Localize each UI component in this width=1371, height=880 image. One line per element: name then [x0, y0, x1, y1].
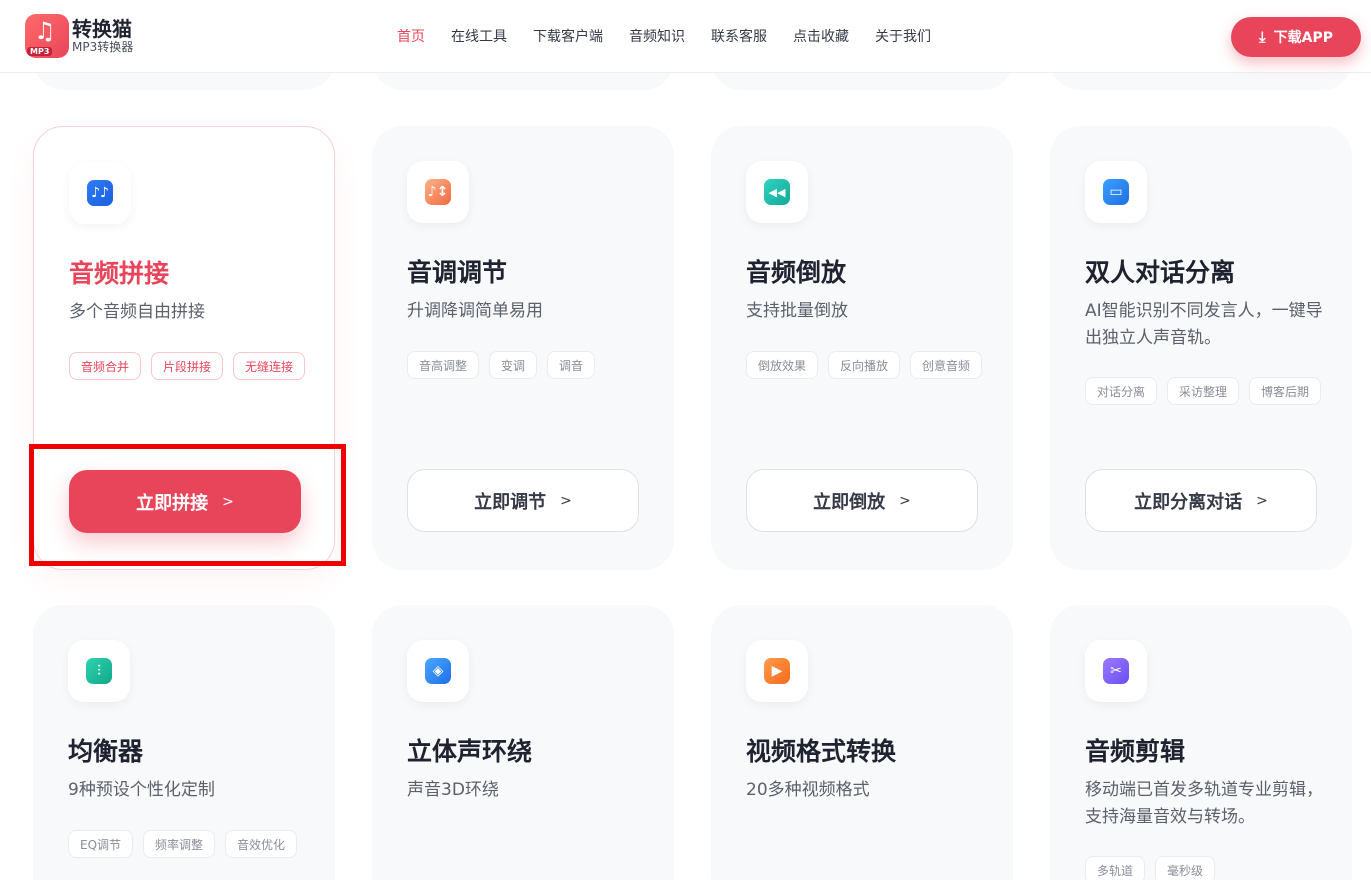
card-description: 20多种视频格式	[746, 780, 870, 800]
tag: 音频合并	[69, 352, 142, 380]
card-description: 9种预设个性化定制	[68, 780, 215, 800]
tool-card-equalizer[interactable]: ⫶ 均衡器 9种预设个性化定制 EQ调节 频率调整 音效优化	[33, 605, 335, 880]
card-tags: 音高调整 变调 调音	[407, 351, 647, 379]
card-tags: EQ调节 频率调整 音效优化	[68, 830, 308, 858]
top-header: ♫ MP3 转换猫 MP3转换器 首页 在线工具 下载客户端 音频知识 联系客服…	[0, 0, 1371, 73]
tag: 倒放效果	[746, 351, 819, 379]
card-tags: 对话分离 采访整理 博客后期	[1085, 377, 1325, 405]
card-description: 多个音频自由拼接	[69, 302, 205, 322]
card-title: 音频拼接	[69, 259, 170, 288]
card-description: 升调降调简单易用	[407, 301, 543, 321]
tag: 音效优化	[225, 830, 298, 858]
start-reverse-button[interactable]: 立即倒放 >	[746, 469, 978, 532]
cube-icon: ◈	[425, 658, 451, 684]
logo-title: 转换猫	[72, 17, 132, 41]
logo-icon: ♫ MP3	[25, 14, 69, 58]
tag: 反向播放	[828, 351, 901, 379]
chevron-right-icon: >	[1256, 492, 1268, 509]
tool-card-audio-reverse[interactable]: ◀◀ 音频倒放 支持批量倒放 倒放效果 反向播放 创意音频 立即倒放 >	[711, 126, 1013, 570]
tool-card-audio-join[interactable]: ♪♪ 音频拼接 多个音频自由拼接 音频合并 片段拼接 无缝连接 立即拼接 >	[33, 126, 335, 570]
tag: 创意音频	[910, 351, 983, 379]
tool-card-surround[interactable]: ◈ 立体声环绕 声音3D环绕	[372, 605, 674, 880]
tool-card-pitch-adjust[interactable]: ♪↕ 音调调节 升调降调简单易用 音高调整 变调 调音 立即调节 >	[372, 126, 674, 570]
logo-subtitle: MP3转换器	[72, 40, 134, 54]
equalizer-icon: ⫶	[86, 658, 112, 684]
card-tags: 倒放效果 反向播放 创意音频	[746, 351, 986, 379]
chevron-right-icon: >	[899, 492, 911, 509]
nav-contact-support[interactable]: 联系客服	[711, 28, 767, 46]
tag: 博客后期	[1249, 377, 1322, 405]
tag: 频率调整	[143, 830, 216, 858]
card-title: 双人对话分离	[1085, 258, 1236, 287]
nav-home[interactable]: 首页	[397, 28, 425, 46]
tag: 调音	[547, 351, 596, 379]
card-title: 视频格式转换	[746, 737, 897, 766]
tag: 多轨道	[1085, 856, 1146, 880]
tag: 片段拼接	[151, 352, 224, 380]
music-notes-icon: ♪♪	[87, 180, 113, 206]
card-title: 均衡器	[68, 737, 144, 766]
nav-bookmark[interactable]: 点击收藏	[793, 28, 849, 46]
card-description: 支持批量倒放	[746, 301, 848, 321]
nav-about-us[interactable]: 关于我们	[875, 28, 931, 46]
tool-card-video-convert[interactable]: ▶ 视频格式转换 20多种视频格式	[711, 605, 1013, 880]
tag: 无缝连接	[233, 352, 306, 380]
start-adjust-button[interactable]: 立即调节 >	[407, 469, 639, 532]
card-description: 移动端已首发多轨道专业剪辑，支持海量音效与转场。	[1085, 780, 1323, 827]
scissors-icon: ✂	[1103, 658, 1129, 684]
chevron-right-icon: >	[560, 492, 572, 509]
card-tags: 多轨道 毫秒级	[1085, 856, 1325, 880]
tool-card-audio-edit[interactable]: ✂ 音频剪辑 移动端已首发多轨道专业剪辑，支持海量音效与转场。 多轨道 毫秒级	[1050, 605, 1352, 880]
card-title: 音调调节	[407, 258, 508, 287]
download-icon: ⤓	[1259, 28, 1266, 46]
nav-audio-knowledge[interactable]: 音频知识	[629, 28, 685, 46]
site-logo[interactable]: ♫ MP3 转换猫 MP3转换器	[25, 14, 133, 58]
card-title: 音频剪辑	[1085, 737, 1186, 766]
nav-download-client[interactable]: 下载客户端	[533, 28, 603, 46]
rewind-icon: ◀◀	[764, 179, 790, 205]
card-title: 立体声环绕	[407, 737, 533, 766]
tag: 音高调整	[407, 351, 480, 379]
chevron-right-icon: >	[222, 493, 234, 510]
video-play-icon: ▶	[764, 658, 790, 684]
tag: EQ调节	[68, 830, 134, 858]
card-tags: 音频合并 片段拼接 无缝连接	[69, 352, 309, 380]
start-join-button[interactable]: 立即拼接 >	[69, 470, 301, 533]
card-title: 音频倒放	[746, 258, 847, 287]
chat-bubbles-icon: ▭	[1103, 179, 1129, 205]
tool-card-dialogue-separation[interactable]: ▭ 双人对话分离 AI智能识别不同发言人，一键导出独立人声音轨。 对话分离 采访…	[1050, 126, 1352, 570]
card-description: 声音3D环绕	[407, 780, 499, 800]
tag: 毫秒级	[1155, 856, 1216, 880]
tag: 对话分离	[1085, 377, 1158, 405]
download-app-button[interactable]: ⤓ 下载APP	[1231, 17, 1361, 57]
start-separate-button[interactable]: 立即分离对话 >	[1085, 469, 1317, 532]
card-description: AI智能识别不同发言人，一键导出独立人声音轨。	[1085, 301, 1323, 348]
nav-online-tools[interactable]: 在线工具	[451, 28, 507, 46]
tag: 采访整理	[1167, 377, 1240, 405]
tag: 变调	[489, 351, 538, 379]
pitch-adjust-icon: ♪↕	[425, 179, 451, 205]
main-nav: 首页 在线工具 下载客户端 音频知识 联系客服 点击收藏 关于我们	[397, 28, 957, 46]
